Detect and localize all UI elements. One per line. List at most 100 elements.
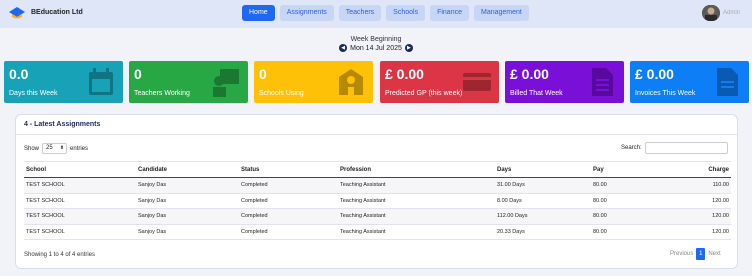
cell-pay: 80.00 bbox=[591, 177, 658, 194]
cell-status: Completed bbox=[239, 177, 338, 194]
cell-days: 8.00 Days bbox=[495, 193, 591, 209]
search-control: Search: bbox=[621, 142, 728, 154]
cell-candidate: Sanjoy Das bbox=[136, 177, 239, 194]
cell-days: 31.00 Days bbox=[495, 177, 591, 194]
page-length-value: 25 bbox=[46, 145, 53, 151]
search-label: Search: bbox=[621, 145, 642, 151]
latest-assignments-panel: 4 - Latest Assignments Show 25 ⬍ entries… bbox=[15, 114, 738, 269]
card-days-value: 0.0 bbox=[9, 66, 29, 82]
money-icon bbox=[463, 73, 491, 91]
cell-school: TEST SCHOOL bbox=[24, 208, 136, 225]
cell-profession: Teaching Assistant bbox=[338, 177, 495, 194]
pager-previous[interactable]: Previous bbox=[670, 251, 693, 257]
search-input[interactable] bbox=[644, 142, 728, 154]
card-invoices-label: Invoices This Week bbox=[635, 90, 696, 97]
week-label: Week Beginning bbox=[350, 36, 402, 43]
nav-teachers[interactable]: Teachers bbox=[338, 5, 382, 21]
card-gp-label: Predicted GP (this week) bbox=[385, 90, 463, 97]
card-days: 0.0 Days this Week bbox=[4, 61, 123, 103]
card-teachers: 0 Teachers Working bbox=[129, 61, 248, 103]
cell-charge: 120.00 bbox=[658, 193, 731, 209]
cell-profession: Teaching Assistant bbox=[338, 193, 495, 209]
chevron-updown-icon: ⬍ bbox=[59, 145, 65, 151]
card-billed-value: £ 0.00 bbox=[510, 66, 549, 82]
cell-pay: 80.00 bbox=[591, 208, 658, 225]
table-info: Showing 1 to 4 of 4 entries bbox=[24, 252, 96, 258]
cell-profession: Teaching Assistant bbox=[338, 224, 495, 240]
cell-charge: 120.00 bbox=[658, 208, 731, 225]
cell-candidate: Sanjoy Das bbox=[136, 193, 239, 209]
col-charge[interactable]: Charge bbox=[658, 161, 731, 178]
table-row[interactable]: TEST SCHOOL Sanjoy Das Completed Teachin… bbox=[24, 224, 731, 240]
cell-charge: 110.00 bbox=[658, 177, 731, 194]
card-schools-value: 0 bbox=[259, 66, 267, 82]
cell-school: TEST SCHOOL bbox=[24, 193, 136, 209]
pagination: Previous 1 Next bbox=[670, 248, 721, 260]
card-schools-label: Schools Using bbox=[259, 90, 304, 97]
document-icon bbox=[592, 68, 613, 96]
col-pay[interactable]: Pay bbox=[591, 161, 658, 178]
admin-link[interactable]: Admin bbox=[723, 10, 740, 16]
cell-school: TEST SCHOOL bbox=[24, 177, 136, 194]
table-row[interactable]: TEST SCHOOL Sanjoy Das Completed Teachin… bbox=[24, 177, 731, 194]
nav-assignments[interactable]: Assignments bbox=[279, 5, 334, 21]
nav-management[interactable]: Management bbox=[473, 5, 529, 21]
cell-days: 112.00 Days bbox=[495, 208, 591, 225]
next-week-icon[interactable]: ▶ bbox=[404, 44, 413, 52]
panel-title: 4 - Latest Assignments bbox=[24, 121, 101, 128]
cell-days: 20.33 Days bbox=[495, 224, 591, 240]
main-nav: Home Assignments Teachers Schools Financ… bbox=[242, 5, 529, 21]
cell-charge: 120.00 bbox=[658, 224, 731, 240]
card-invoices: £ 0.00 Invoices This Week bbox=[630, 61, 749, 103]
nav-home[interactable]: Home bbox=[242, 5, 275, 21]
col-candidate[interactable]: Candidate bbox=[136, 161, 239, 178]
user-avatar-icon bbox=[702, 5, 720, 21]
card-teachers-label: Teachers Working bbox=[134, 90, 190, 97]
cell-status: Completed bbox=[239, 193, 338, 209]
card-invoices-value: £ 0.00 bbox=[635, 66, 674, 82]
card-billed-label: Billed That Week bbox=[510, 90, 563, 97]
table-header-row: School Candidate Status Profession Days … bbox=[24, 161, 731, 178]
panel-divider bbox=[16, 134, 737, 135]
brand-name: BEducation Ltd bbox=[31, 9, 83, 16]
card-billed: £ 0.00 Billed That Week bbox=[505, 61, 624, 103]
week-date: Mon 14 Jul 2025 bbox=[350, 44, 402, 52]
invoice-icon bbox=[717, 68, 738, 96]
logo-icon[interactable] bbox=[8, 6, 26, 20]
calendar-icon bbox=[89, 68, 113, 95]
cell-pay: 80.00 bbox=[591, 224, 658, 240]
col-school[interactable]: School bbox=[24, 161, 136, 178]
prev-week-icon[interactable]: ◀ bbox=[339, 44, 348, 52]
table-row[interactable]: TEST SCHOOL Sanjoy Das Completed Teachin… bbox=[24, 208, 731, 225]
page-length-select[interactable]: 25 ⬍ bbox=[42, 143, 68, 154]
col-status[interactable]: Status bbox=[239, 161, 338, 178]
cell-candidate: Sanjoy Das bbox=[136, 224, 239, 240]
nav-schools[interactable]: Schools bbox=[386, 5, 426, 21]
cell-pay: 80.00 bbox=[591, 193, 658, 209]
card-predicted-gp: £ 0.00 Predicted GP (this week) bbox=[380, 61, 499, 103]
top-navbar: BEducation Ltd Home Assignments Teachers… bbox=[0, 0, 752, 28]
cell-candidate: Sanjoy Das bbox=[136, 208, 239, 225]
card-schools: 0 Schools Using bbox=[254, 61, 373, 103]
table-row[interactable]: TEST SCHOOL Sanjoy Das Completed Teachin… bbox=[24, 193, 731, 209]
col-profession[interactable]: Profession bbox=[338, 161, 495, 178]
cell-profession: Teaching Assistant bbox=[338, 208, 495, 225]
school-icon bbox=[339, 69, 363, 95]
avatar[interactable] bbox=[702, 5, 720, 21]
teacher-icon bbox=[213, 69, 239, 97]
cell-status: Completed bbox=[239, 224, 338, 240]
show-label: Show bbox=[24, 145, 40, 152]
entries-label: entries bbox=[70, 145, 89, 152]
cell-school: TEST SCHOOL bbox=[24, 224, 136, 240]
card-gp-value: £ 0.00 bbox=[385, 66, 424, 82]
col-days[interactable]: Days bbox=[495, 161, 591, 178]
page-length-control: Show 25 ⬍ entries bbox=[24, 143, 88, 154]
nav-finance[interactable]: Finance bbox=[430, 5, 469, 21]
pager-page-1[interactable]: 1 bbox=[696, 248, 706, 260]
cell-status: Completed bbox=[239, 208, 338, 225]
pager-next[interactable]: Next bbox=[708, 251, 720, 257]
card-teachers-value: 0 bbox=[134, 66, 142, 82]
week-selector: ◀ Mon 14 Jul 2025 ▶ bbox=[0, 44, 752, 52]
card-days-label: Days this Week bbox=[9, 90, 58, 97]
assignments-table: School Candidate Status Profession Days … bbox=[24, 161, 731, 240]
